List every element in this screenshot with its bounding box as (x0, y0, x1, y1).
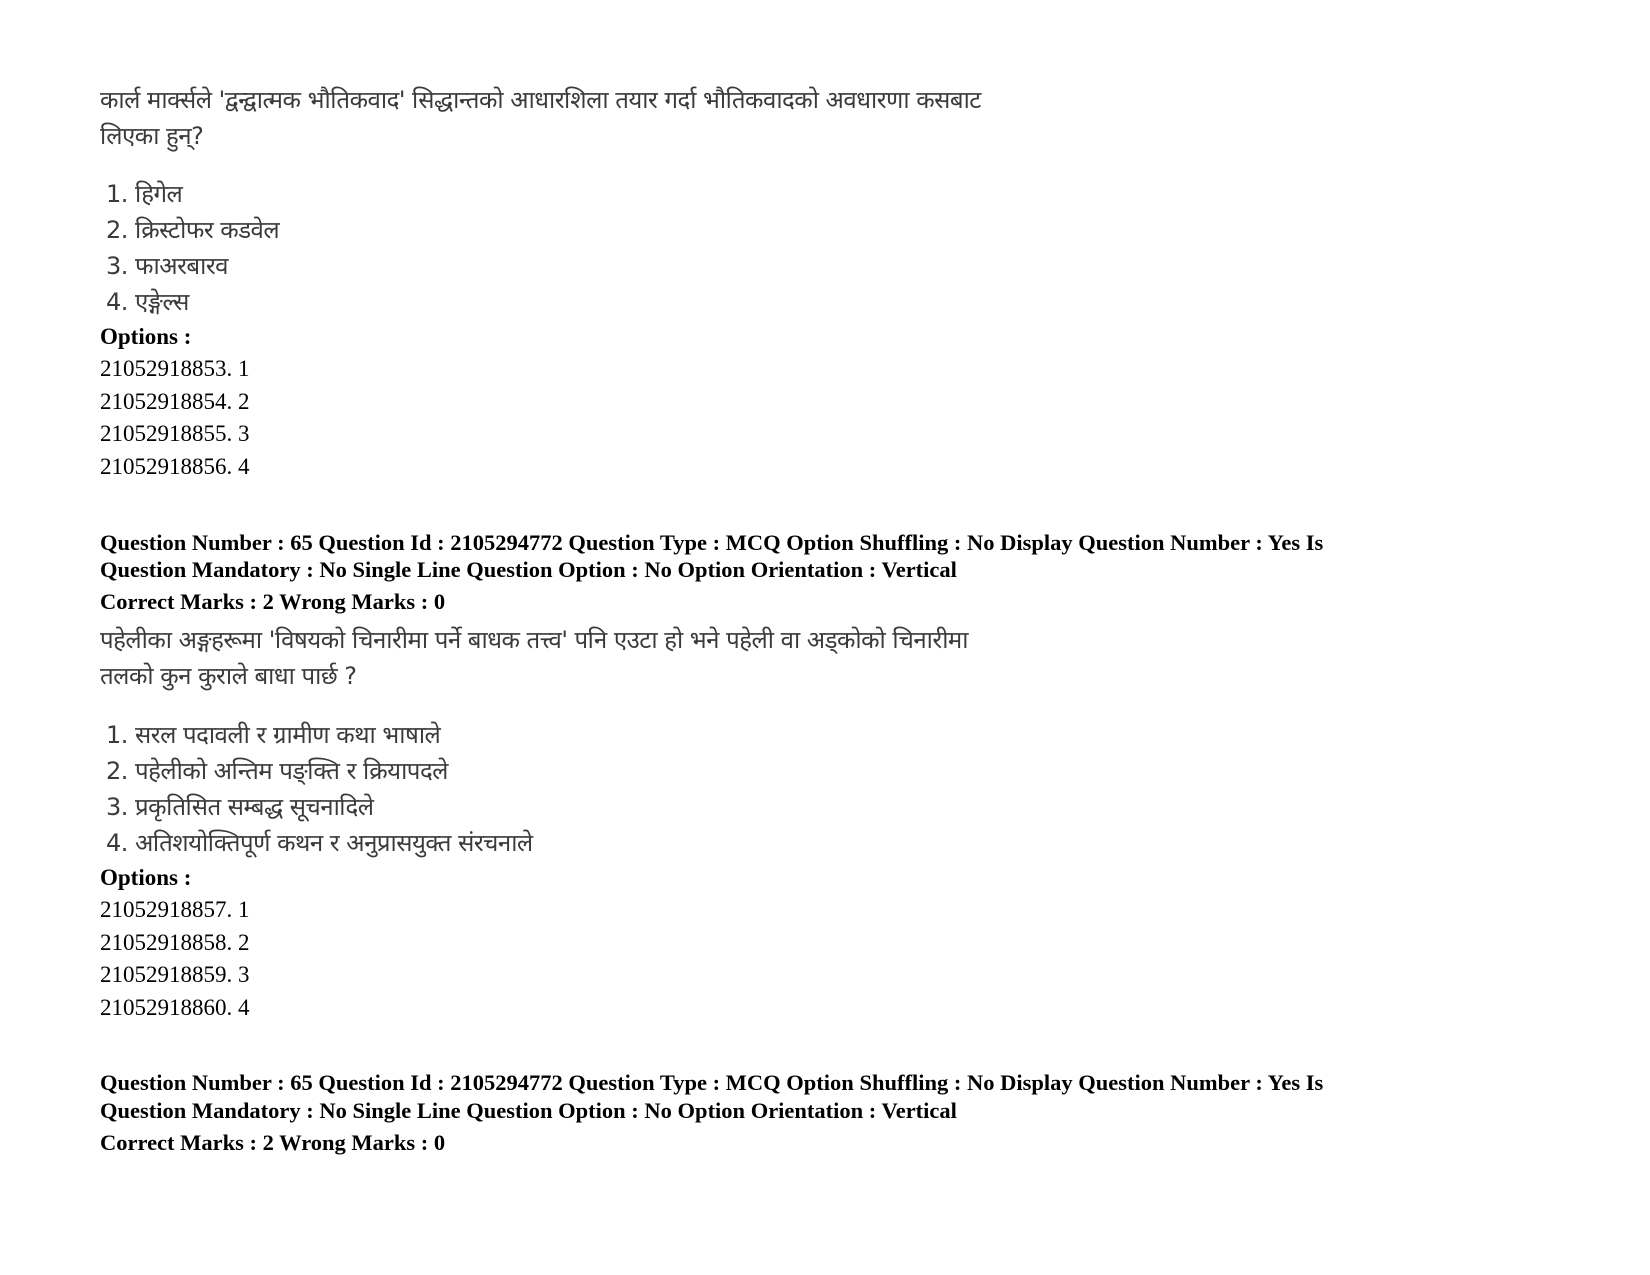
question-line: पहेलीका अङ्गहरूमा 'विषयको चिनारीमा पर्ने… (100, 626, 969, 654)
question-line: तलको कुन कुराले बाधा पार्छ ? (100, 662, 357, 690)
choice-item: 2. क्रिस्टोफर कडवेल (106, 216, 280, 244)
question-line: लिएका हुन्? (100, 122, 204, 150)
option-row: 21052918858. 2 (100, 930, 250, 955)
option-row: 21052918860. 4 (100, 995, 250, 1020)
option-row: 21052918855. 3 (100, 421, 250, 446)
question-meta: Question Number : 65 Question Id : 21052… (100, 530, 1324, 555)
question-meta: Question Mandatory : No Single Line Ques… (100, 557, 957, 582)
choice-item: 4. अतिशयोक्तिपूर्ण कथन र अनुप्रासयुक्त स… (106, 829, 533, 857)
choice-item: 2. पहेलीको अन्तिम पङ्क्ति र क्रियापदले (106, 757, 448, 785)
question-text: पहेलीका अङ्गहरूमा 'विषयको चिनारीमा पर्ने… (100, 622, 1100, 694)
question-line: कार्ल मार्क्सले 'द्वन्द्वात्मक भौतिकवाद'… (100, 86, 981, 114)
option-row: 21052918854. 2 (100, 389, 250, 414)
choice-item: 4. एङ्गेल्स (106, 288, 189, 316)
choice-item: 3. प्रकृतिसित सम्बद्ध सूचनादिले (106, 793, 374, 821)
choice-item: 3. फाअरबारव (106, 252, 228, 280)
choice-item: 1. सरल पदावली र ग्रामीण कथा भाषाले (106, 721, 441, 749)
question-meta: Question Number : 65 Question Id : 21052… (100, 1070, 1324, 1095)
option-row: 21052918857. 1 (100, 897, 250, 922)
options-label: Options : (100, 865, 192, 890)
option-row: 21052918856. 4 (100, 454, 250, 479)
options-label: Options : (100, 324, 192, 349)
marks-info: Correct Marks : 2 Wrong Marks : 0 (100, 589, 446, 614)
option-row: 21052918859. 3 (100, 962, 250, 987)
choice-item: 1. हिगेल (106, 180, 183, 208)
question-text: कार्ल मार्क्सले 'द्वन्द्वात्मक भौतिकवाद'… (100, 82, 1100, 154)
question-meta: Question Mandatory : No Single Line Ques… (100, 1098, 957, 1123)
marks-info: Correct Marks : 2 Wrong Marks : 0 (100, 1130, 446, 1155)
option-row: 21052918853. 1 (100, 356, 250, 381)
